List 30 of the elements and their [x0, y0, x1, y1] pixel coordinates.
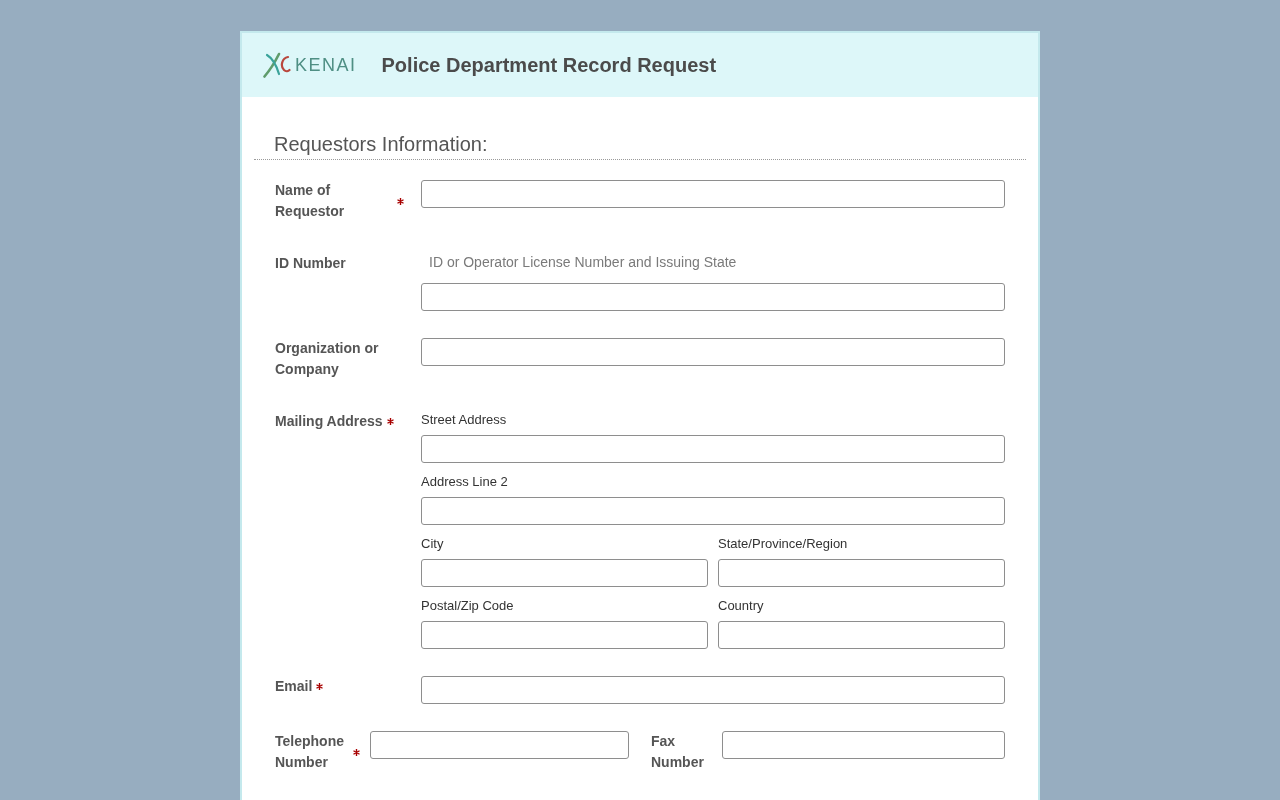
input-field[interactable] — [718, 621, 1005, 649]
field-label: Organization or Company — [275, 339, 380, 379]
field-label: ID Number — [275, 254, 346, 273]
hint-text: ID or Operator License Number and Issuing State — [428, 253, 738, 271]
field-label: Email — [275, 677, 313, 696]
input-field[interactable] — [421, 283, 1005, 311]
input-field[interactable] — [421, 435, 1005, 463]
input-field[interactable] — [421, 621, 708, 649]
sub-label: State/Province/Region — [718, 535, 849, 553]
field-label: Name of Requestor — [275, 181, 346, 221]
input-field[interactable] — [421, 559, 708, 587]
field-label: Fax Number — [651, 732, 705, 772]
field-label: Telephone Number — [275, 732, 345, 772]
sub-label: Postal/Zip Code — [421, 597, 515, 615]
input-field[interactable] — [421, 676, 1005, 704]
sub-label: Country — [718, 597, 765, 615]
field-label: Mailing Address — [275, 412, 383, 431]
input-field[interactable] — [370, 731, 629, 759]
sub-label: Address Line 2 — [421, 473, 509, 491]
section-heading: Requestors Information: — [254, 132, 1026, 160]
form-title: Police Department Record Request — [381, 53, 717, 77]
sub-label: City — [421, 535, 445, 553]
logo-mark-icon — [263, 52, 291, 78]
input-field[interactable] — [421, 180, 1005, 208]
input-field[interactable] — [718, 559, 1005, 587]
input-field[interactable] — [722, 731, 1005, 759]
logo-text: KENAI — [295, 56, 357, 74]
input-field[interactable] — [421, 338, 1005, 366]
sub-label: Street Address — [421, 411, 508, 429]
input-field[interactable] — [421, 497, 1005, 525]
